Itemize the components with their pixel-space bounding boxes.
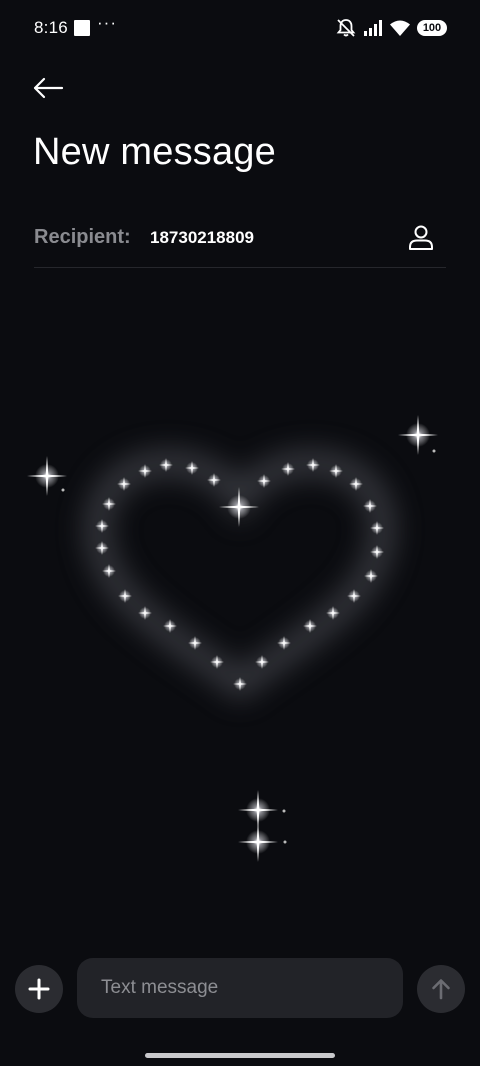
page-title: New message — [33, 131, 276, 173]
home-indicator[interactable] — [145, 1053, 335, 1058]
send-arrow-icon — [432, 979, 450, 1000]
sparkle-heart-decoration — [27, 415, 438, 862]
wifi-icon — [390, 20, 410, 36]
message-input[interactable] — [77, 958, 403, 1018]
signal-icon — [364, 20, 382, 36]
status-bar: 8:16 ··· 100 — [0, 0, 480, 56]
notification-square-icon — [74, 20, 90, 36]
recipient-field[interactable]: Recipient: 18730218809 — [34, 218, 446, 258]
new-message-screen: 8:16 ··· 100 New message Recipient: 1873… — [0, 0, 480, 1066]
send-button[interactable] — [417, 965, 465, 1013]
contact-person-icon — [409, 225, 433, 250]
back-button[interactable] — [28, 70, 68, 106]
contact-picker-button[interactable] — [404, 220, 438, 254]
status-icons: 100 — [335, 16, 447, 40]
more-notifications-icon: ··· — [97, 13, 117, 32]
recipient-label: Recipient: — [34, 226, 131, 248]
add-attachment-button[interactable] — [15, 965, 63, 1013]
recipient-divider — [34, 267, 446, 268]
back-arrow-icon — [33, 77, 64, 99]
plus-icon — [28, 978, 50, 1000]
battery-indicator: 100 — [417, 20, 447, 36]
recipient-value[interactable]: 18730218809 — [150, 228, 254, 248]
status-time: 8:16 — [34, 18, 68, 37]
bell-muted-icon — [336, 19, 356, 37]
